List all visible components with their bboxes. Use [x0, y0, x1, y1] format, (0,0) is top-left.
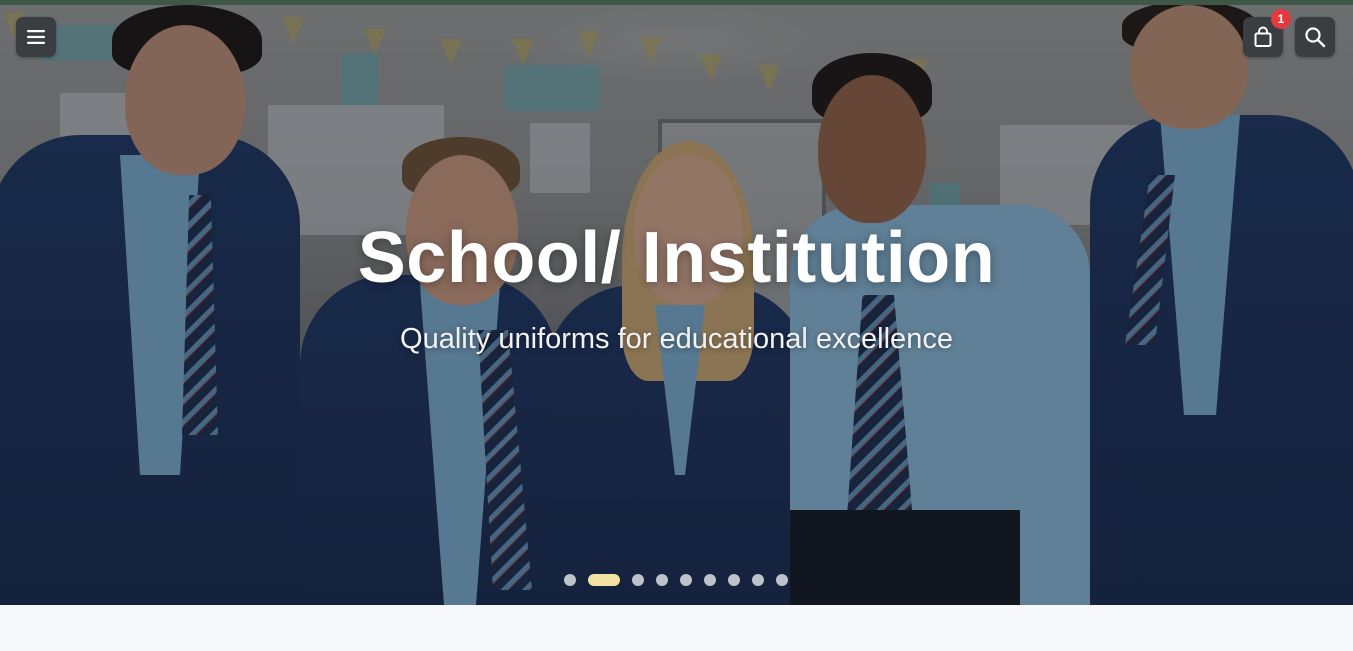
cart-count-badge: 1 — [1271, 9, 1291, 29]
carousel-dot-9[interactable] — [776, 574, 788, 586]
carousel-dot-8[interactable] — [752, 574, 764, 586]
search-button[interactable] — [1295, 17, 1335, 57]
carousel-pagination — [564, 574, 788, 586]
page-content-area — [0, 605, 1353, 651]
menu-button[interactable] — [16, 17, 56, 57]
carousel-dot-5[interactable] — [680, 574, 692, 586]
carousel-dot-4[interactable] — [656, 574, 668, 586]
shopping-bag-icon — [1254, 26, 1272, 47]
hamburger-menu-icon — [27, 30, 45, 44]
carousel-dot-3[interactable] — [632, 574, 644, 586]
carousel-dot-2-active[interactable] — [588, 574, 620, 586]
search-icon — [1305, 27, 1326, 48]
carousel-dot-1[interactable] — [564, 574, 576, 586]
carousel-dot-6[interactable] — [704, 574, 716, 586]
hero-carousel: School/ Institution Quality uniforms for… — [0, 5, 1353, 605]
hero-subtitle: Quality uniforms for educational excelle… — [400, 323, 953, 355]
carousel-dot-7[interactable] — [728, 574, 740, 586]
hero-title: School/ Institution — [357, 218, 996, 298]
